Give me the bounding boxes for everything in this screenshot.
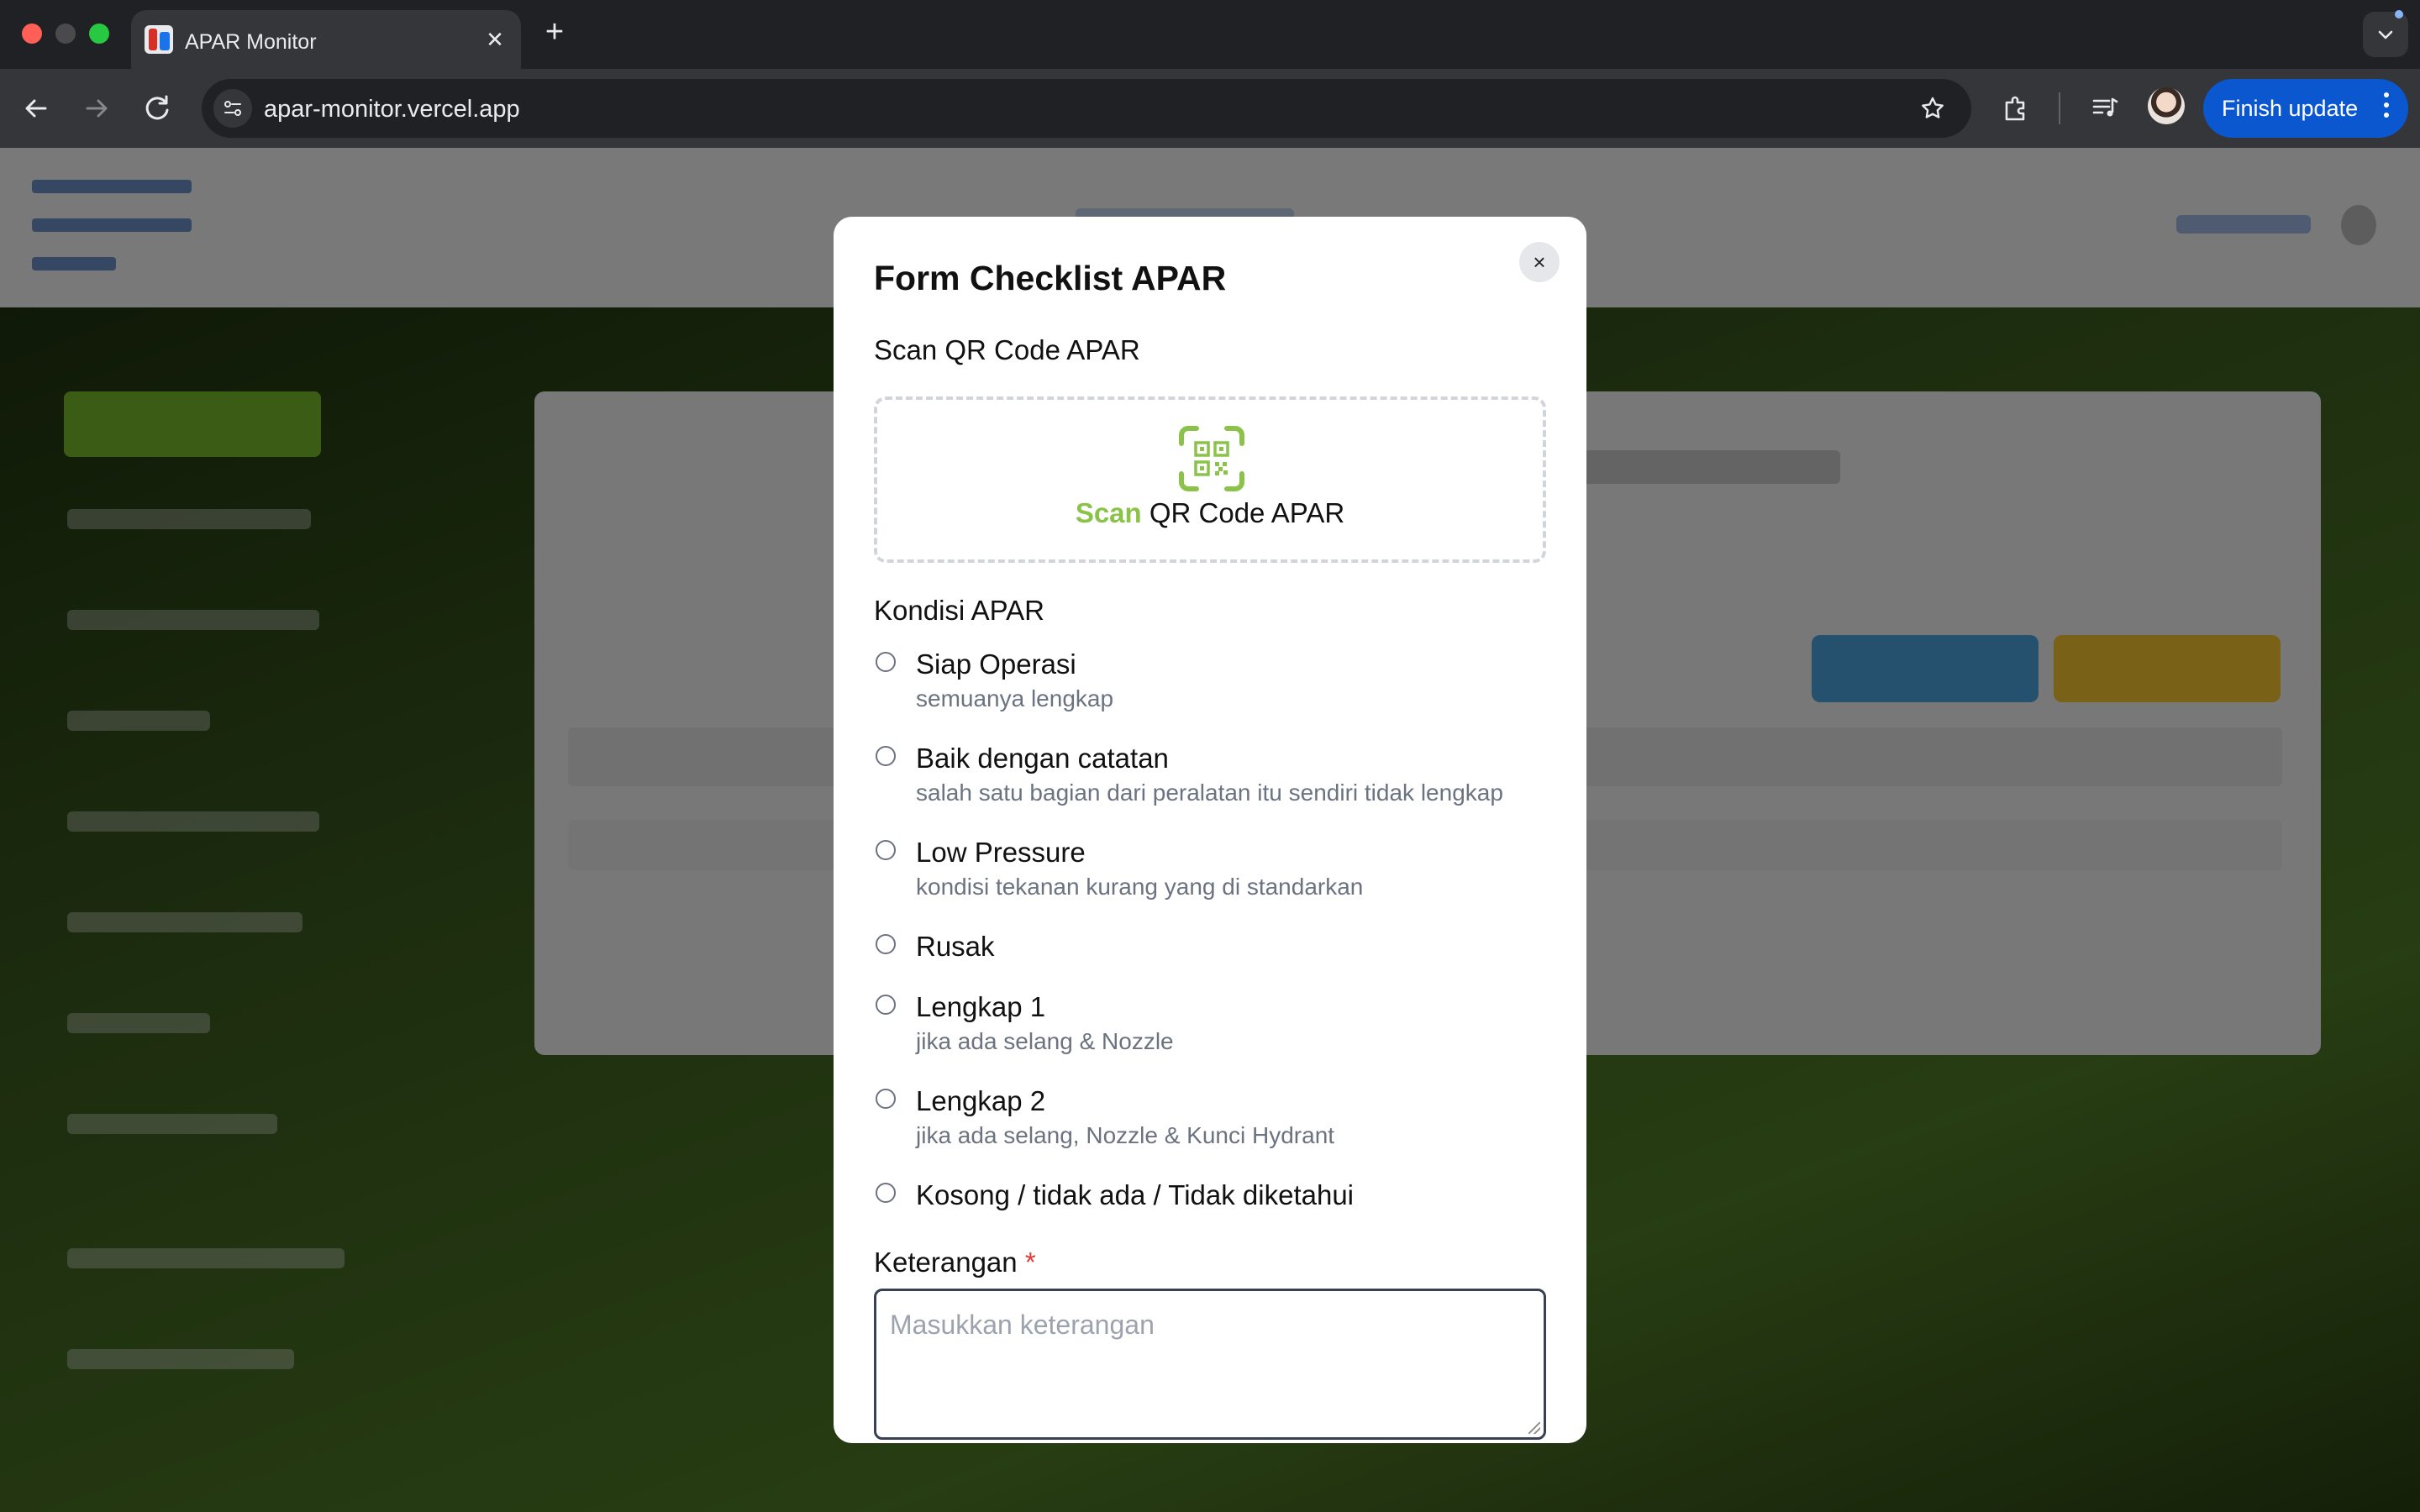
radio-button[interactable] bbox=[876, 652, 896, 672]
kondisi-label: Kondisi APAR bbox=[874, 595, 1044, 626]
radio-description: semuanya lengkap bbox=[916, 685, 1114, 711]
window-maximize-button[interactable] bbox=[89, 24, 109, 44]
qr-code-icon bbox=[1179, 426, 1244, 491]
required-asterisk: * bbox=[1024, 1247, 1036, 1278]
star-icon[interactable] bbox=[1919, 95, 1946, 122]
keterangan-label: Keterangan * bbox=[874, 1247, 1036, 1278]
address-bar[interactable]: apar-monitor.vercel.app bbox=[202, 79, 1971, 138]
finish-update-label: Finish update bbox=[2222, 96, 2359, 121]
modal-close-button[interactable]: × bbox=[1519, 242, 1560, 282]
window-close-button[interactable] bbox=[22, 24, 42, 44]
browser-tab-bar: APAR Monitor ✕ + bbox=[0, 0, 2420, 69]
tab-search-button[interactable] bbox=[2363, 10, 2408, 57]
chevron-down-icon bbox=[2378, 30, 2393, 39]
radio-button[interactable] bbox=[876, 1183, 896, 1203]
notification-dot bbox=[2395, 10, 2403, 18]
keterangan-placeholder: Masukkan keterangan bbox=[890, 1310, 1155, 1340]
new-tab-plus-icon[interactable]: + bbox=[538, 15, 571, 49]
radio-label: Baik dengan catatan bbox=[916, 743, 1169, 774]
radio-label: Siap Operasi bbox=[916, 648, 1076, 680]
site-info-icon bbox=[224, 101, 241, 116]
radio-description: salah satu bagian dari peralatan itu sen… bbox=[916, 780, 1503, 806]
modal-title: Form Checklist APAR bbox=[874, 259, 1227, 297]
browser-toolbar: apar-monitor.vercel.app Finish update bbox=[0, 69, 2420, 148]
keterangan-textarea[interactable]: Masukkan keterangan bbox=[874, 1289, 1546, 1440]
radio-description: jika ada selang & Nozzle bbox=[916, 1028, 1174, 1054]
scan-rest-text: QR Code APAR bbox=[1141, 497, 1345, 528]
checklist-modal: × Form Checklist APAR Scan QR Code APAR bbox=[834, 217, 1586, 1443]
back-arrow-icon[interactable] bbox=[17, 89, 55, 128]
scan-qr-text: Scan QR Code APAR bbox=[877, 497, 1543, 529]
keterangan-label-text: Keterangan bbox=[874, 1247, 1018, 1278]
kebab-menu-icon bbox=[2383, 92, 2390, 124]
radio-label: Rusak bbox=[916, 931, 995, 962]
radio-button[interactable] bbox=[876, 746, 896, 766]
profile-avatar[interactable] bbox=[2148, 87, 2185, 124]
site-info-button[interactable] bbox=[213, 89, 252, 128]
scan-accent-word: Scan bbox=[1075, 497, 1142, 528]
extensions-icon[interactable] bbox=[1996, 89, 2035, 128]
forward-arrow-icon[interactable] bbox=[77, 89, 116, 128]
window-minimize-button[interactable] bbox=[55, 24, 76, 44]
reload-icon[interactable] bbox=[138, 89, 176, 128]
radio-button[interactable] bbox=[876, 995, 896, 1015]
browser-tab[interactable]: APAR Monitor ✕ bbox=[131, 10, 521, 69]
media-icon[interactable] bbox=[2086, 89, 2124, 128]
radio-label: Low Pressure bbox=[916, 837, 1086, 868]
radio-description: jika ada selang, Nozzle & Kunci Hydrant bbox=[916, 1122, 1335, 1148]
toolbar-divider bbox=[2059, 92, 2060, 124]
tab-close-icon[interactable]: ✕ bbox=[482, 27, 508, 52]
radio-button[interactable] bbox=[876, 934, 896, 954]
scan-qr-button[interactable]: Scan QR Code APAR bbox=[874, 396, 1546, 563]
radio-button[interactable] bbox=[876, 840, 896, 860]
radio-button[interactable] bbox=[876, 1089, 896, 1109]
tab-title: APAR Monitor bbox=[185, 30, 317, 54]
radio-label: Lengkap 1 bbox=[916, 991, 1046, 1022]
url-text: apar-monitor.vercel.app bbox=[264, 96, 520, 123]
radio-label: Lengkap 2 bbox=[916, 1085, 1046, 1116]
radio-label: Kosong / tidak ada / Tidak diketahui bbox=[916, 1179, 1355, 1210]
favicon-icon bbox=[145, 25, 173, 54]
radio-description: kondisi tekanan kurang yang di standarka… bbox=[916, 874, 1364, 900]
scan-section-label: Scan QR Code APAR bbox=[874, 334, 1140, 365]
resize-handle[interactable] bbox=[1528, 1422, 1540, 1434]
finish-update-button[interactable]: Finish update bbox=[2203, 79, 2408, 138]
